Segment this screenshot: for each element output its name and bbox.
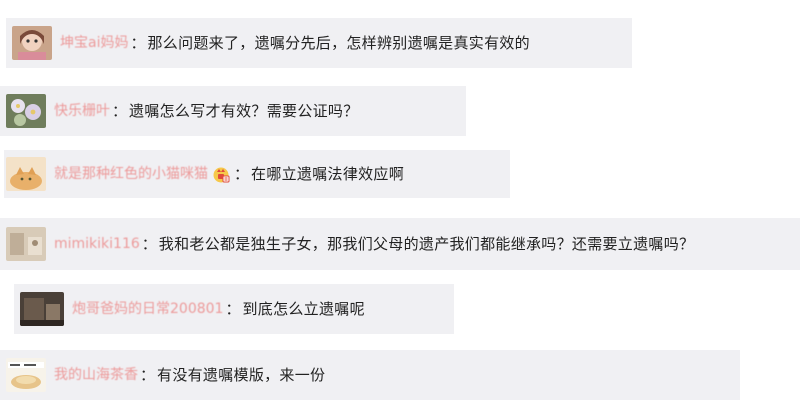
comment-item: 就是那种红色的小猫咪猫 ： 在哪立遗嘱法律效应啊 [4, 150, 510, 198]
comment-line: 炮哥爸妈的日常200801 ： 到底怎么立遗嘱呢 [72, 299, 365, 319]
comment-item: 炮哥爸妈的日常200801 ： 到底怎么立遗嘱呢 [14, 284, 454, 334]
separator-colon: ： [141, 235, 157, 253]
avatar-beige-image [6, 227, 46, 261]
clipped-text-fragment [54, 62, 254, 68]
separator-colon: ： [112, 102, 128, 120]
comment-text: 那么问题来了，遗嘱分先后，怎样辨别遗嘱是真实有效的 [147, 34, 530, 52]
separator-colon: ： [234, 165, 250, 183]
user-avatar[interactable] [6, 358, 46, 392]
separator-colon: ： [225, 300, 241, 318]
comment-line: 坤宝ai妈妈 ： 那么问题来了，遗嘱分先后，怎样辨别遗嘱是真实有效的 [60, 33, 530, 53]
comment-line: mimikiki116 ： 我和老公都是独生子女，那我们父母的遗产我们都能继承吗… [54, 234, 694, 254]
comment-item: mimikiki116 ： 我和老公都是独生子女，那我们父母的遗产我们都能继承吗… [0, 218, 800, 270]
separator-colon: ： [130, 34, 146, 52]
username-link[interactable]: 快乐栅叶 [54, 101, 110, 121]
comment-item: 坤宝ai妈妈 ： 那么问题来了，遗嘱分先后，怎样辨别遗嘱是真实有效的 [6, 18, 632, 68]
username-link[interactable]: 坤宝ai妈妈 [60, 33, 128, 53]
comment-item: 我的山海茶香 ： 有没有遗嘱模版，来一份 [0, 350, 740, 400]
comment-line: 就是那种红色的小猫咪猫 ： 在哪立遗嘱法律效应啊 [54, 164, 404, 184]
username-link[interactable]: 炮哥爸妈的日常200801 [72, 299, 223, 319]
avatar-doll-image [12, 26, 52, 60]
comment-screenshot: 坤宝ai妈妈 ： 那么问题来了，遗嘱分先后，怎样辨别遗嘱是真实有效的 快乐栅叶 … [0, 0, 800, 415]
username-link[interactable]: 我的山海茶香 [54, 365, 138, 385]
user-avatar[interactable] [6, 157, 46, 191]
comment-item: 快乐栅叶 ： 遗嘱怎么写才有效？需要公证吗？ [0, 86, 466, 136]
comment-text: 有没有遗嘱模版，来一份 [157, 366, 326, 384]
comment-text: 到底怎么立遗嘱呢 [242, 300, 365, 318]
separator-colon: ： [140, 366, 156, 384]
comment-text: 遗嘱怎么写才有效？需要公证吗？ [129, 102, 359, 120]
comment-text: 在哪立遗嘱法律效应啊 [251, 165, 405, 183]
avatar-flowers-image [6, 94, 46, 128]
vip-badge-icon [213, 167, 230, 183]
user-avatar[interactable] [20, 292, 64, 326]
user-avatar[interactable] [6, 94, 46, 128]
avatar-food-image [6, 358, 46, 392]
comment-line: 快乐栅叶 ： 遗嘱怎么写才有效？需要公证吗？ [54, 101, 359, 121]
user-avatar[interactable] [6, 227, 46, 261]
comment-text: 我和老公都是独生子女，那我们父母的遗产我们都能继承吗？还需要立遗嘱吗？ [158, 235, 695, 253]
username-link[interactable]: mimikiki116 [54, 234, 140, 254]
comment-line: 我的山海茶香 ： 有没有遗嘱模版，来一份 [54, 365, 325, 385]
avatar-dark-image [20, 292, 64, 326]
avatar-cat-image [6, 157, 46, 191]
user-avatar[interactable] [12, 26, 52, 60]
username-link[interactable]: 就是那种红色的小猫咪猫 [54, 164, 208, 184]
